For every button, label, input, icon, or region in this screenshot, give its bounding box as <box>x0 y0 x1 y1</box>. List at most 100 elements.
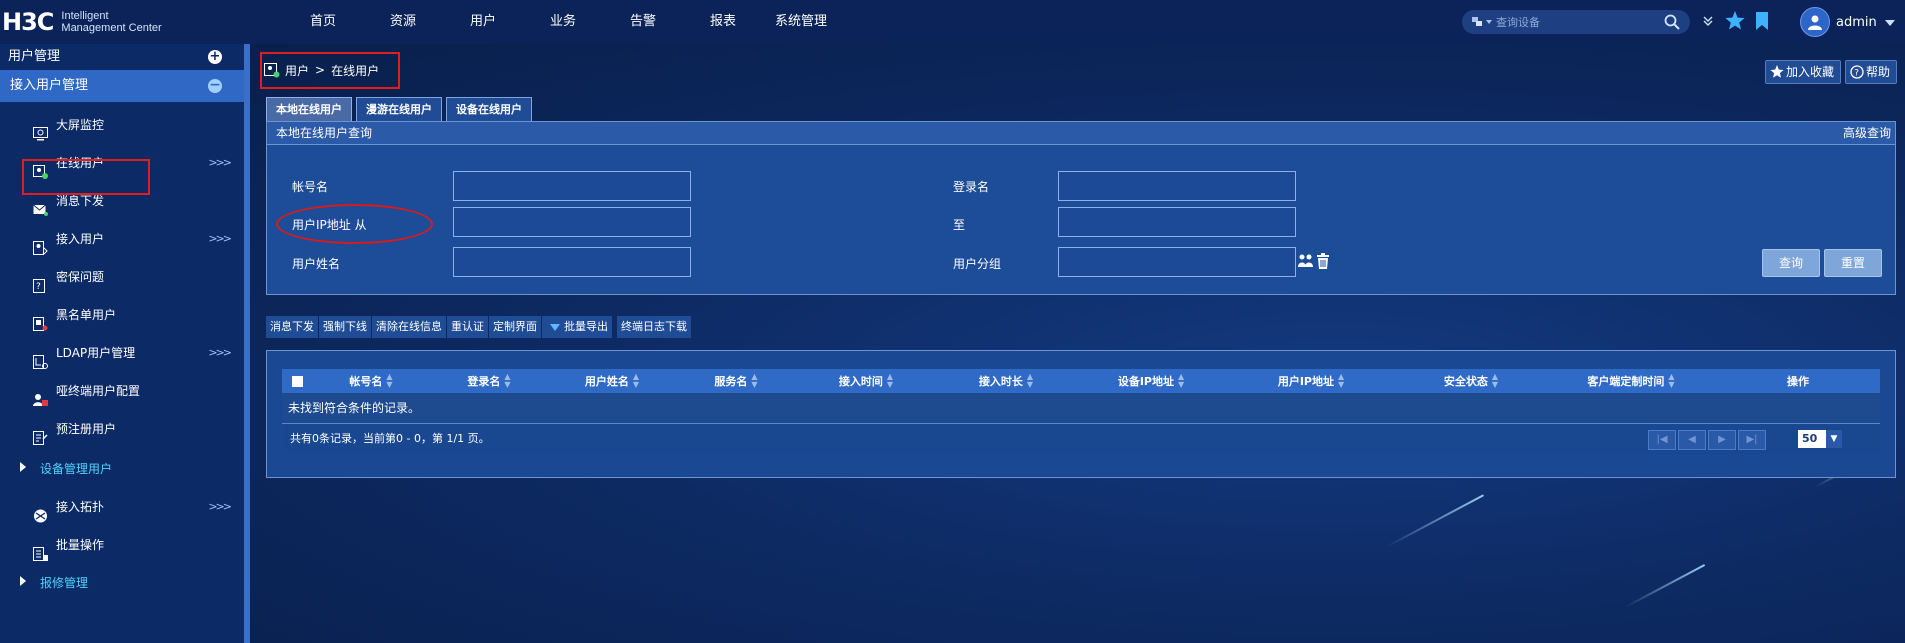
user-ip-from-input[interactable] <box>453 207 691 237</box>
nav-resource[interactable]: 资源 <box>390 0 470 44</box>
logo-brand: H3C <box>2 8 54 36</box>
sidebar-item-security-question[interactable]: ? 密保问题 <box>0 258 244 296</box>
user-group-label: 用户分组 <box>953 257 1002 271</box>
search-input[interactable] <box>1494 14 1648 30</box>
sidebar-section-repair[interactable]: 报修管理 <box>0 564 244 602</box>
background-streak <box>1385 494 1485 548</box>
minus-circle-icon[interactable]: − <box>208 78 222 93</box>
logo[interactable]: H3C Intelligent Management Center <box>2 6 162 38</box>
expand-arrows-icon[interactable]: >>> <box>208 334 232 372</box>
sort-icon[interactable]: ▲ ▼ <box>887 373 893 389</box>
column-header-fullname[interactable]: 用户姓名 ▲ ▼ <box>548 369 676 393</box>
column-header-access-time[interactable]: 接入时间 ▲ ▼ <box>796 369 936 393</box>
column-header-user-ip[interactable]: 用户IP地址 ▲ ▼ <box>1226 369 1396 393</box>
sidebar-item-monitor[interactable]: 大屏监控 <box>0 106 244 144</box>
trash-icon[interactable] <box>1316 253 1330 272</box>
prev-page-icon[interactable]: ◀ <box>1678 430 1706 450</box>
select-group-icon[interactable] <box>1298 253 1314 272</box>
column-header-service[interactable]: 服务名 ▲ ▼ <box>676 369 796 393</box>
tab-local-online-user[interactable]: 本地在线用户 <box>266 97 352 122</box>
plus-circle-icon[interactable]: + <box>208 50 222 64</box>
batch-icon <box>33 538 48 561</box>
sort-icon[interactable]: ▲ ▼ <box>504 373 510 389</box>
sidebar-item-preregister[interactable]: 预注册用户 <box>0 410 244 448</box>
sidebar-section-device-user[interactable]: 设备管理用户 <box>0 450 244 488</box>
sort-icon[interactable]: ▲ ▼ <box>633 373 639 389</box>
device-type-icon[interactable] <box>1472 15 1494 29</box>
sidebar-item-label: 密保问题 <box>56 270 105 284</box>
terminal-log-download-button[interactable]: 终端日志下载 <box>617 316 691 338</box>
sort-icon[interactable]: ▲ ▼ <box>1668 373 1674 389</box>
select-all-checkbox[interactable] <box>291 375 303 387</box>
search-button[interactable]: 查询 <box>1762 249 1820 277</box>
sort-icon[interactable]: ▲ ▼ <box>1027 373 1033 389</box>
sidebar-header[interactable]: 用户管理 + <box>0 44 244 70</box>
sidebar-item-ldap[interactable]: LDAP用户管理 >>> <box>0 334 244 372</box>
sort-icon[interactable]: ▲ ▼ <box>1338 373 1344 389</box>
user-menu[interactable]: admin <box>1800 7 1895 37</box>
nav-user[interactable]: 用户 <box>470 0 550 44</box>
search-icon[interactable] <box>1664 14 1680 33</box>
column-header-account[interactable]: 帐号名 ▲ ▼ <box>312 369 430 393</box>
star-icon[interactable] <box>1725 11 1745 33</box>
sidebar-item-batch[interactable]: 批量操作 <box>0 526 244 564</box>
reauthenticate-button[interactable]: 重认证 <box>447 316 488 338</box>
bookmark-icon[interactable] <box>1755 11 1769 33</box>
logo-subtitle: Intelligent Management Center <box>61 10 161 34</box>
next-page-icon[interactable]: ▶ <box>1708 430 1736 450</box>
sidebar-item-dumb-terminal[interactable]: 哑终端用户配置 <box>0 372 244 410</box>
nav-alarm[interactable]: 告警 <box>630 0 710 44</box>
tab-device-online-user[interactable]: 设备在线用户 <box>446 97 532 122</box>
highlight-box-sidebar <box>22 159 150 195</box>
first-page-icon[interactable]: |◀ <box>1648 430 1676 450</box>
user-ip-to-label: 至 <box>953 218 966 232</box>
clear-online-info-button[interactable]: 清除在线信息 <box>372 316 446 338</box>
column-header-login[interactable]: 登录名 ▲ ▼ <box>430 369 548 393</box>
chevron-down-icon[interactable] <box>1884 15 1895 29</box>
sort-icon[interactable]: ▲ ▼ <box>386 373 392 389</box>
expand-chevron-icon[interactable] <box>1703 15 1713 30</box>
customize-view-button[interactable]: 定制界面 <box>489 316 541 338</box>
svg-text:?: ? <box>1854 69 1859 79</box>
sidebar-item-topology[interactable]: 接入拓扑 >>> <box>0 488 244 526</box>
login-name-input[interactable] <box>1058 171 1296 201</box>
chevron-down-icon[interactable]: ▼ <box>1826 430 1842 448</box>
expand-arrows-icon[interactable]: >>> <box>208 144 232 182</box>
tab-roaming-online-user[interactable]: 漫游在线用户 <box>356 97 442 122</box>
sidebar-item-blacklist[interactable]: 黑名单用户 <box>0 296 244 334</box>
user-ip-to-input[interactable] <box>1058 207 1296 237</box>
expand-arrows-icon[interactable]: >>> <box>208 220 232 258</box>
user-fullname-input[interactable] <box>453 247 691 277</box>
avatar[interactable] <box>1800 7 1830 37</box>
access-user-icon <box>33 232 48 255</box>
username[interactable]: admin <box>1836 15 1877 30</box>
column-header-security-status[interactable]: 安全状态 ▲ ▼ <box>1396 369 1546 393</box>
column-label: 接入时间 <box>838 375 883 388</box>
expand-arrows-icon[interactable]: >>> <box>208 488 232 526</box>
sort-icon[interactable]: ▲ ▼ <box>1178 373 1184 389</box>
nav-report[interactable]: 报表 <box>710 0 775 44</box>
send-message-button[interactable]: 消息下发 <box>266 316 318 338</box>
nav-home[interactable]: 首页 <box>310 0 390 44</box>
sidebar-group-access-user[interactable]: 接入用户管理 − <box>0 70 244 102</box>
user-group-input[interactable] <box>1058 247 1296 277</box>
nav-system[interactable]: 系统管理 <box>775 0 865 44</box>
advanced-query-link[interactable]: 高级查询 <box>1843 122 1891 144</box>
batch-export-button[interactable]: 批量导出 <box>542 316 612 338</box>
column-header-access-duration[interactable]: 接入时长 ▲ ▼ <box>936 369 1076 393</box>
reset-button[interactable]: 重置 <box>1824 249 1882 277</box>
add-favorite-button[interactable]: 加入收藏 <box>1764 60 1841 84</box>
highlight-ellipse-ip <box>276 204 433 244</box>
column-header-client-time[interactable]: 客户端定制时间 ▲ ▼ <box>1546 369 1716 393</box>
sort-icon[interactable]: ▲ ▼ <box>1492 373 1498 389</box>
help-button[interactable]: ? 帮助 <box>1844 60 1897 84</box>
force-offline-button[interactable]: 强制下线 <box>319 316 371 338</box>
nav-service[interactable]: 业务 <box>550 0 630 44</box>
sort-icon[interactable]: ▲ ▼ <box>751 373 757 389</box>
column-header-device-ip[interactable]: 设备IP地址 ▲ ▼ <box>1076 369 1226 393</box>
account-name-input[interactable] <box>453 171 691 201</box>
sidebar-item-access-user[interactable]: 接入用户 >>> <box>0 220 244 258</box>
page-size-value: 50 <box>1802 432 1818 445</box>
last-page-icon[interactable]: ▶| <box>1738 430 1766 450</box>
page-size-select[interactable]: 50 ▼ <box>1798 430 1842 448</box>
